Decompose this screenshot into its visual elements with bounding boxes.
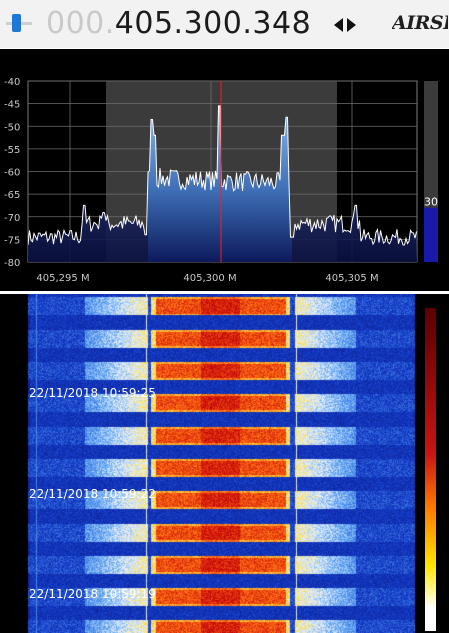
db-tick-label: -45 — [4, 100, 20, 111]
db-tick-label: -40 — [4, 77, 20, 88]
waterfall-panel[interactable]: 22/11/2018 10:59:25 22/11/2018 10:59:22 22… — [0, 294, 449, 633]
tuning-slider[interactable] — [6, 13, 32, 33]
db-tick-label: -55 — [4, 145, 20, 156]
frequency-display[interactable]: 000.405.300.348 — [46, 4, 311, 44]
spectrum-plot[interactable]: -40 -45 -50 -55 -60 -65 -70 -75 -80 405,295 M 405,… — [0, 49, 449, 291]
db-tick-label: -75 — [4, 235, 20, 246]
airspy-logo: AIRSPY — [392, 12, 448, 34]
arrow-left-icon[interactable] — [334, 18, 343, 32]
slider-thumb[interactable] — [12, 14, 21, 32]
waterfall-color-scale — [425, 308, 436, 631]
waterfall-timestamp: 22/11/2018 10:59:19 — [29, 587, 156, 601]
db-tick-label: -60 — [4, 168, 20, 179]
waterfall-timestamp: 22/11/2018 10:59:25 — [29, 386, 156, 400]
db-tick-label: -65 — [4, 190, 20, 201]
db-tick-label: -80 — [4, 258, 20, 269]
frequency-step-arrows[interactable] — [333, 17, 357, 33]
level-meter-fill — [424, 207, 438, 262]
spectrum-panel[interactable]: -40 -45 -50 -55 -60 -65 -70 -75 -80 405,295 M 405,… — [0, 49, 449, 291]
frequency-tick-label: 405,295 M — [36, 273, 89, 284]
arrow-right-icon[interactable] — [347, 18, 356, 32]
frequency-tick-label: 405,305 M — [325, 273, 378, 284]
level-meter-value: 30 — [424, 196, 438, 209]
frequency-leading-zeros: 000. — [46, 6, 115, 41]
waterfall-timestamp: 22/11/2018 10:59:22 — [29, 487, 156, 501]
db-tick-label: -70 — [4, 213, 20, 224]
toolbar: 000.405.300.348 AIRSPY — [0, 0, 449, 48]
frequency-tick-label: 405,300 M — [183, 273, 236, 284]
db-tick-label: -50 — [4, 122, 20, 133]
frequency-value[interactable]: 405.300.348 — [115, 6, 311, 41]
waterfall-overlay: 22/11/2018 10:59:25 22/11/2018 10:59:22 22… — [29, 308, 436, 631]
